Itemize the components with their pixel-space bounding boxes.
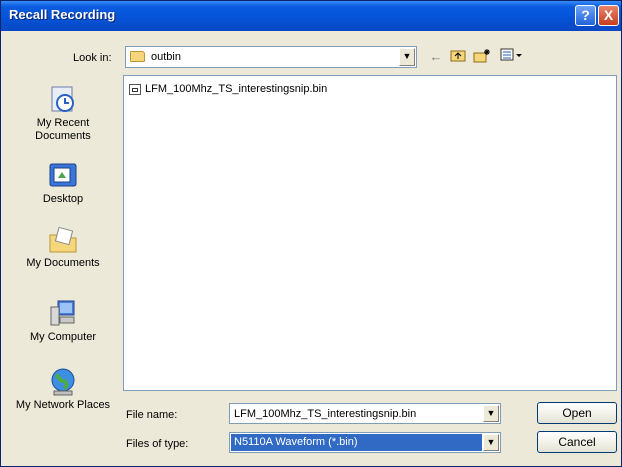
place-my-network-places[interactable]: My Network Places	[9, 367, 117, 412]
file-item[interactable]: LFM_100Mhz_TS_interestingsnip.bin	[129, 81, 327, 97]
window-title: Recall Recording	[9, 7, 116, 22]
folder-up-icon[interactable]	[449, 48, 467, 66]
places-bar: My Recent Documents Desktop My Documents…	[9, 75, 117, 445]
recent-documents-icon	[48, 85, 78, 115]
files-of-type-label: Files of type:	[126, 438, 189, 450]
look-in-label: Look in:	[73, 52, 112, 64]
look-in-dropdown[interactable]: outbin ▼	[125, 46, 417, 68]
title-bar[interactable]: Recall Recording ? X	[1, 1, 621, 31]
desktop-icon	[48, 161, 78, 191]
new-folder-icon[interactable]	[473, 48, 491, 66]
file-list[interactable]: LFM_100Mhz_TS_interestingsnip.bin	[123, 75, 617, 391]
place-label: My Computer	[29, 331, 97, 343]
files-of-type-value: N5110A Waveform (*.bin)	[231, 434, 482, 451]
place-label: My Network Places	[15, 399, 111, 411]
my-documents-icon	[48, 225, 78, 255]
place-my-documents[interactable]: My Documents	[9, 225, 117, 270]
place-label: My Documents	[26, 257, 100, 269]
chevron-down-icon[interactable]: ▼	[399, 48, 415, 66]
place-my-computer[interactable]: My Computer	[9, 299, 117, 344]
help-icon[interactable]: ?	[575, 5, 596, 26]
place-my-recent-documents[interactable]: My Recent Documents	[9, 85, 117, 143]
place-label: Desktop	[42, 193, 84, 205]
file-item-name: LFM_100Mhz_TS_interestingsnip.bin	[145, 83, 328, 95]
chevron-down-icon[interactable]: ▼	[483, 434, 499, 451]
arrow-left-icon[interactable]: ←	[427, 48, 445, 66]
recall-recording-dialog: Recall Recording ? X Look in: outbin ▼ ←…	[0, 0, 622, 467]
file-name-field[interactable]: LFM_100Mhz_TS_interestingsnip.bin ▼	[229, 403, 501, 424]
file-name-label: File name:	[126, 409, 178, 421]
my-computer-icon	[48, 299, 78, 329]
files-of-type-dropdown[interactable]: N5110A Waveform (*.bin) ▼	[229, 432, 501, 453]
views-menu-icon[interactable]	[499, 48, 523, 66]
folder-icon	[130, 51, 145, 62]
place-label: My Recent Documents	[35, 117, 91, 142]
open-button[interactable]: Open	[537, 402, 617, 424]
network-places-icon	[48, 367, 78, 397]
place-desktop[interactable]: Desktop	[9, 161, 117, 206]
close-icon[interactable]: X	[598, 5, 619, 26]
file-name-value: LFM_100Mhz_TS_interestingsnip.bin	[234, 408, 417, 420]
chevron-down-icon[interactable]: ▼	[483, 405, 499, 422]
cancel-button[interactable]: Cancel	[537, 431, 617, 453]
file-icon	[129, 83, 141, 95]
look-in-value: outbin	[151, 51, 181, 63]
